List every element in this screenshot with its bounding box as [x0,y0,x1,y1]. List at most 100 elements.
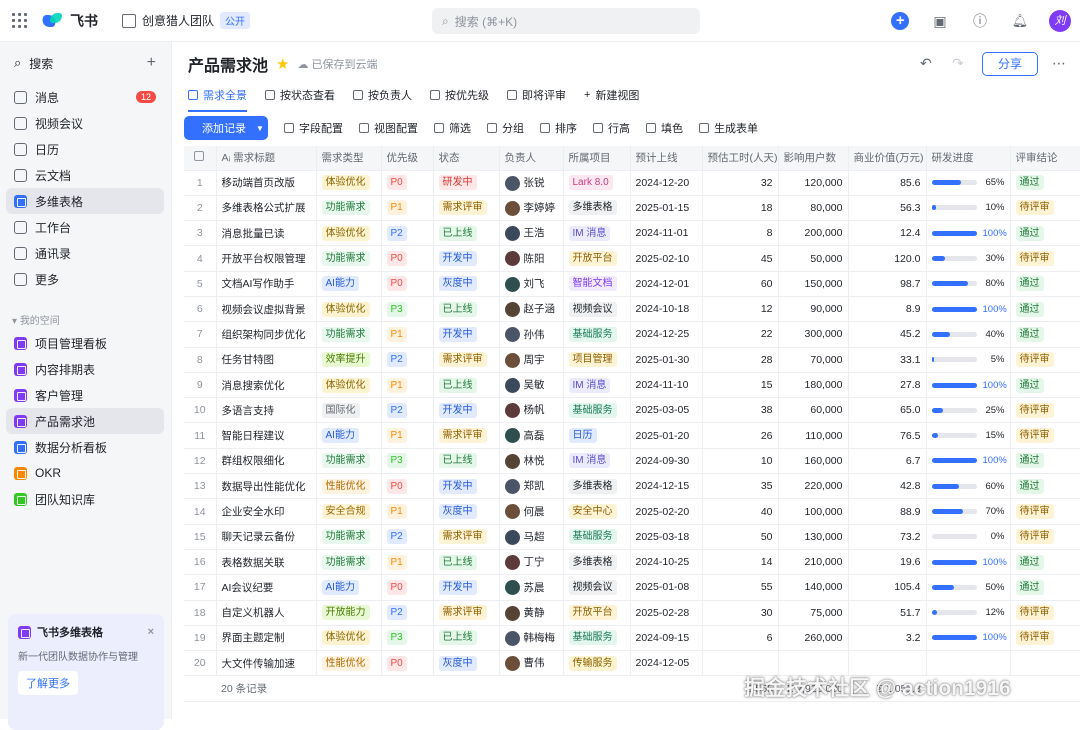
cell-priority[interactable]: P0 [381,574,434,601]
cell-review[interactable]: 待评审 [1010,600,1080,626]
cell-project[interactable]: 基础服务 [563,321,631,348]
cell-type[interactable]: AI能力 [316,271,382,297]
cell-review[interactable]: 通过 [1010,271,1080,297]
cell-hours[interactable]: 14 [702,549,779,576]
cell-review[interactable]: 待评审 [1010,498,1080,525]
cell-project[interactable]: 视频会议 [563,296,631,323]
cell-title[interactable]: 多维表格公式扩展 [216,195,317,222]
cell-date[interactable]: 2025-01-30 [630,347,703,373]
bell-icon[interactable]: 🔔︎ [1000,13,1040,29]
tab-1[interactable]: 按状态查看 [265,80,335,110]
cell-progress[interactable]: 5% [926,347,1011,373]
cell-priority[interactable]: P1 [381,195,434,222]
column-header[interactable]: 需求类型 [316,146,382,171]
column-header[interactable]: 优先级 [381,146,434,171]
table-row[interactable]: 4 开放平台权限管理 功能需求 P0 开发中 陈阳 开放平台 2025-02-10 45 50,0… [184,245,1080,272]
table-row[interactable]: 9 消息搜索优化 体验优化 P1 已上线 吴敏 IM 消息 2024-11-10 15 180,0… [184,372,1080,399]
column-header[interactable]: 影响用户数 [778,146,849,171]
cell-project[interactable]: 多维表格 [563,549,631,576]
cell-type[interactable]: AI能力 [316,422,382,449]
cell-owner[interactable]: 郑凯 [499,473,564,500]
cell-priority[interactable]: P3 [381,448,434,475]
cell-priority[interactable]: P1 [381,422,434,449]
cell-status[interactable]: 开发中 [433,245,500,272]
cell-project[interactable]: 视频会议 [563,574,631,601]
cell-review[interactable]: 待评审 [1010,397,1080,424]
cell-users[interactable]: 100,000 [778,498,849,525]
cell-hours[interactable]: 6 [702,625,779,652]
cell-status[interactable]: 需求评审 [433,524,500,550]
cell-status[interactable]: 需求评审 [433,347,500,373]
column-header[interactable]: 研发进度 [926,146,1011,171]
column-header[interactable]: 所属项目 [563,146,631,171]
cell-date[interactable]: 2025-02-20 [630,498,703,525]
cell-project[interactable]: 项目管理 [563,347,631,373]
table-row[interactable]: 16 表格数据关联 功能需求 P1 已上线 丁宁 多维表格 2024-10-25 14 210,0… [184,549,1080,576]
cell-users[interactable]: 220,000 [778,473,849,500]
cell-project[interactable]: Lark 8.0 [563,170,631,196]
cell-type[interactable]: 体验优化 [316,220,382,247]
cell-date[interactable]: 2024-11-01 [630,220,703,247]
cell-date[interactable]: 2024-10-25 [630,549,703,576]
sidebar-item-7[interactable]: 更多 [6,266,164,292]
cell-title[interactable]: 多语言支持 [216,397,317,424]
cell-type[interactable]: 功能需求 [316,549,382,576]
more-icon[interactable]: ⋯ [1052,55,1066,72]
cell-project[interactable]: IM 消息 [563,372,631,399]
cell-title[interactable]: 聊天记录云备份 [216,524,317,550]
sidebar-item-5[interactable]: 工作台 [6,214,164,240]
sidebar-item-2[interactable]: 日历 [6,136,164,162]
table-row[interactable]: 18 自定义机器人 开放能力 P2 需求评审 黄静 开放平台 2025-02-28 30 75,0… [184,600,1080,626]
cell-hours[interactable]: 35 [702,473,779,500]
cell-status[interactable]: 已上线 [433,448,500,475]
column-header[interactable]: 商业价值(万元) [848,146,927,171]
cell-type[interactable]: 体验优化 [316,625,382,652]
cell-title[interactable]: 消息批量已读 [216,220,317,247]
cell-hours[interactable]: 26 [702,422,779,449]
table-row[interactable]: 1 移动端首页改版 体验优化 P0 研发中 张锐 Lark 8.0 2024-12-20 32 1… [184,170,1080,196]
cell-title[interactable]: 群组权限细化 [216,448,317,475]
tab-5[interactable]: + 新建视图 [584,80,639,110]
cell-status[interactable]: 研发中 [433,170,500,196]
cell-owner[interactable]: 吴敏 [499,372,564,399]
cell-date[interactable]: 2024-09-15 [630,625,703,652]
sidebar-item-6[interactable]: 通讯录 [6,240,164,266]
column-header[interactable]: 负责人 [499,146,564,171]
cell-project[interactable]: IM 消息 [563,448,631,475]
sidebar-item-1[interactable]: 视频会议 [6,110,164,136]
cell-type[interactable]: 体验优化 [316,296,382,323]
cell-users[interactable]: 210,000 [778,549,849,576]
cell-priority[interactable]: P0 [381,245,434,272]
column-header[interactable]: 预估工时(人天) [702,146,779,171]
cell-progress[interactable]: 25% [926,397,1011,424]
table-row[interactable]: 17 AI会议纪要 AI能力 P0 开发中 苏晨 视频会议 2025-01-08 55 140,0… [184,574,1080,601]
cell-hours[interactable]: 55 [702,574,779,601]
cell-owner[interactable]: 丁宁 [499,549,564,576]
toolbar-view-config[interactable]: 视图配置 [359,120,418,136]
create-button[interactable]: + [880,12,920,30]
cell-review[interactable] [1010,650,1080,677]
close-icon[interactable]: × [148,626,154,638]
table-row[interactable]: 15 聊天记录云备份 功能需求 P2 需求评审 马超 基础服务 2025-03-18 50 130… [184,524,1080,550]
table-row[interactable]: 7 组织架构同步优化 功能需求 P1 开发中 孙伟 基础服务 2024-12-25 22 300,… [184,321,1080,348]
cell-title[interactable]: 开放平台权限管理 [216,245,317,272]
cell-review[interactable]: 通过 [1010,574,1080,601]
cell-project[interactable]: 日历 [563,422,631,449]
tab-4[interactable]: 即将评审 [507,80,566,110]
column-header[interactable]: 评审结论 [1010,146,1080,171]
cell-project[interactable]: 多维表格 [563,473,631,500]
toolbar-field[interactable]: 字段配置 [284,120,343,136]
cell-users[interactable]: 150,000 [778,271,849,297]
sidebar-add-icon[interactable]: + [147,54,156,72]
cell-status[interactable]: 灰度中 [433,271,500,297]
cell-value[interactable]: 85.6 [848,170,927,196]
cell-priority[interactable]: P0 [381,650,434,677]
cell-value[interactable]: 51.7 [848,600,927,626]
cell-hours[interactable]: 8 [702,220,779,247]
table-row[interactable]: 14 企业安全水印 安全合规 P1 灰度中 何晨 安全中心 2025-02-20 40 100,0… [184,498,1080,525]
user-avatar[interactable]: 刘 [1040,10,1080,32]
inbox-icon[interactable]: ▣ [920,13,960,30]
cell-owner[interactable]: 赵子涵 [499,296,564,323]
cell-priority[interactable]: P2 [381,524,434,550]
cell-progress[interactable]: 100% [926,549,1011,576]
